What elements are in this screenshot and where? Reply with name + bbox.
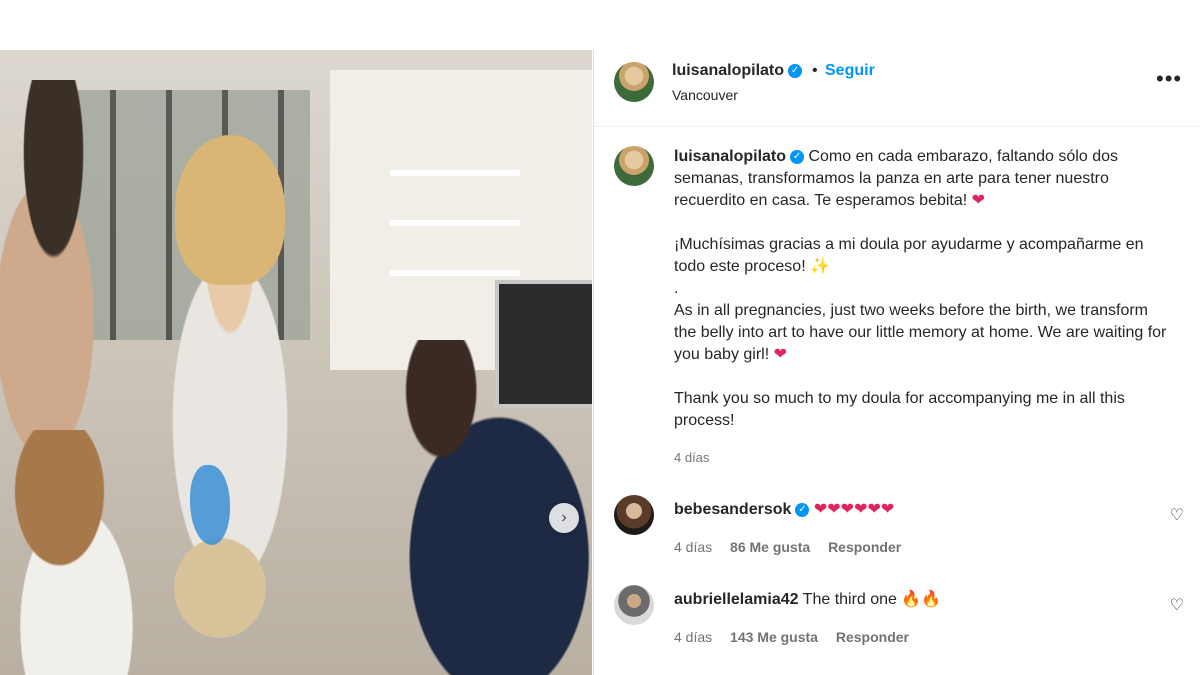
caption-paragraph-5: Thank you so much to my doula for accomp… (674, 390, 1125, 429)
comment-likes[interactable]: 86 Me gusta (730, 539, 810, 555)
sparkles-emoji-icon: ✨ (810, 258, 831, 275)
separator-dot: • (812, 62, 818, 79)
reply-button[interactable]: Responder (828, 539, 901, 555)
photo-woman-hair (175, 135, 285, 285)
photo-man (0, 80, 130, 480)
author-avatar[interactable] (614, 62, 654, 102)
comment-timestamp[interactable]: 4 días (674, 629, 712, 645)
commenter-username[interactable]: bebesandersok (674, 501, 791, 518)
comment-likes[interactable]: 143 Me gusta (730, 629, 818, 645)
caption-paragraph-2: ¡Muchísimas gracias a mi doula por ayuda… (674, 236, 1144, 275)
caption-author-avatar[interactable] (614, 146, 654, 186)
commenter-avatar[interactable] (614, 585, 654, 625)
comment-timestamp[interactable]: 4 días (674, 539, 712, 555)
comment-meta: 4 días 86 Me gusta Responder (674, 539, 915, 555)
chevron-right-icon: › (561, 509, 567, 526)
commenter-username[interactable]: aubriellelamia42 (674, 591, 799, 608)
comment-meta: 4 días 143 Me gusta Responder (674, 629, 923, 645)
post-side-panel: luisanalopilato ✓ • Seguir Vancouver ••• … (593, 50, 1200, 675)
post-location[interactable]: Vancouver (672, 87, 738, 103)
verified-badge-icon: ✓ (790, 149, 805, 164)
reply-button[interactable]: Responder (836, 629, 909, 645)
caption-paragraph-3: . (674, 280, 679, 297)
post-header: luisanalopilato ✓ • Seguir Vancouver ••• (594, 50, 1200, 127)
carousel-next-button[interactable]: › (549, 503, 579, 533)
fire-emoji-icon: 🔥🔥 (901, 591, 942, 608)
hearts-emoji-icon: ❤❤❤❤❤❤ (813, 501, 895, 518)
photo-belly-paint (190, 465, 230, 545)
commenter-avatar[interactable] (614, 495, 654, 535)
author-username[interactable]: luisanalopilato (672, 62, 784, 79)
comment-text: The third one (802, 591, 897, 608)
caption-text: luisanalopilato ✓ Como en cada embarazo, … (674, 146, 1174, 454)
heart-outline-icon[interactable]: ♡ (1170, 505, 1184, 525)
heart-emoji-icon: ❤ (971, 192, 986, 209)
photo-child (140, 530, 300, 675)
more-options-icon[interactable]: ••• (1156, 66, 1182, 92)
caption-paragraph-4: As in all pregnancies, just two weeks be… (674, 302, 1167, 363)
verified-badge-icon: ✓ (788, 63, 803, 78)
photo-shelves (390, 170, 520, 176)
caption-timestamp[interactable]: 4 días (674, 450, 709, 465)
verified-badge-icon: ✓ (795, 502, 810, 517)
heart-emoji-icon: ❤ (773, 346, 788, 363)
follow-button[interactable]: Seguir (825, 62, 875, 80)
caption-username[interactable]: luisanalopilato (674, 148, 786, 165)
heart-outline-icon[interactable]: ♡ (1170, 595, 1184, 615)
post-image[interactable]: › (0, 50, 592, 675)
